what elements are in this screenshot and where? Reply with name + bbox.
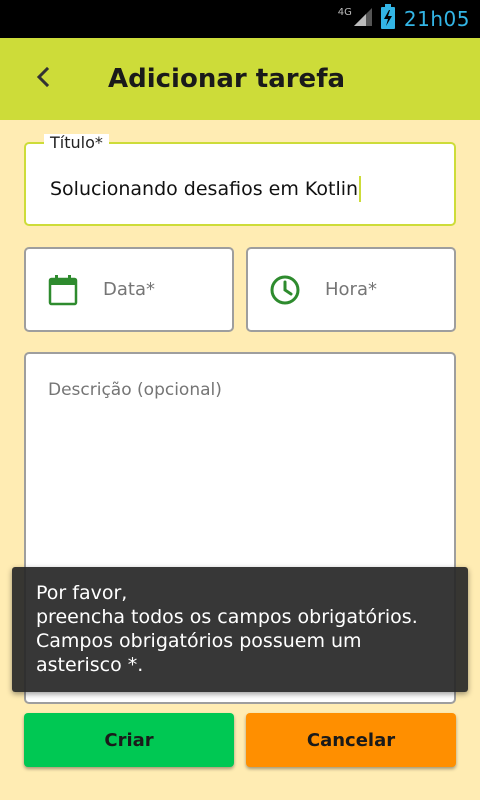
- network-type-label: 4G: [337, 6, 352, 18]
- cancel-button[interactable]: Cancelar: [246, 713, 456, 767]
- signal-icon: [352, 6, 374, 32]
- page-title: Adicionar tarefa: [108, 64, 346, 94]
- clock-icon: [268, 273, 302, 307]
- create-button[interactable]: Criar: [24, 713, 234, 767]
- status-bar: 4G 21h05: [0, 0, 480, 38]
- toast-line: asterisco *.: [36, 654, 144, 676]
- toast-message: Por favor, preencha todos os campos obri…: [12, 567, 468, 692]
- title-field-value-row: Solucionando desafios em Kotlin: [50, 176, 362, 202]
- toast-line: Campos obrigatórios possuem um: [36, 630, 362, 652]
- title-field[interactable]: Título* Solucionando desafios em Kotlin: [24, 134, 456, 226]
- status-time: 21h05: [403, 7, 470, 31]
- app-bar: Adicionar tarefa: [0, 38, 480, 120]
- chevron-left-icon: [35, 66, 51, 92]
- time-picker-field[interactable]: Hora*: [246, 247, 456, 332]
- date-picker-field[interactable]: Data*: [24, 247, 234, 332]
- toast-line: Por favor,: [36, 582, 128, 604]
- description-placeholder: Descrição (opcional): [48, 380, 222, 400]
- battery-charging-icon: [380, 4, 396, 34]
- time-placeholder: Hora*: [325, 279, 377, 300]
- toast-line: preencha todos os campos obrigatórios.: [36, 606, 418, 628]
- calendar-icon: [46, 273, 80, 307]
- text-cursor: [359, 176, 362, 202]
- date-placeholder: Data*: [103, 279, 155, 300]
- title-input-value[interactable]: Solucionando desafios em Kotlin: [50, 178, 358, 200]
- status-indicators: 4G 21h05: [338, 0, 470, 38]
- back-button[interactable]: [26, 62, 60, 96]
- title-field-label: Título*: [44, 134, 109, 152]
